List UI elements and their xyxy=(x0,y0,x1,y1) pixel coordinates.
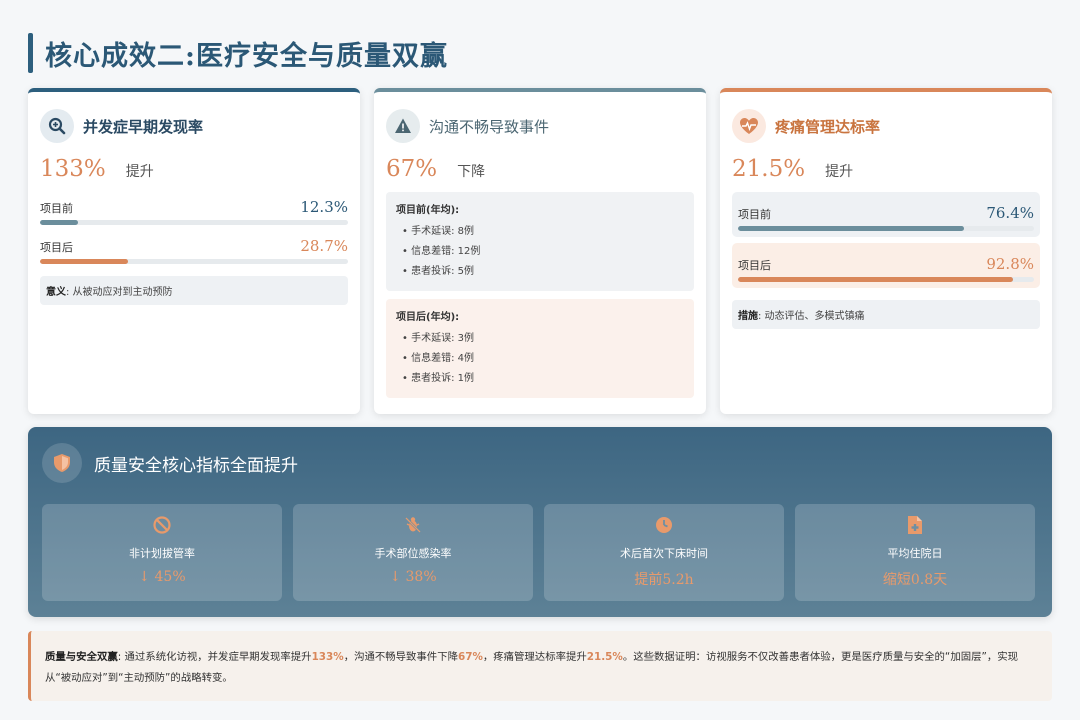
measures-note: 措施: 动态评估、多模式镇痛 xyxy=(732,300,1040,329)
card-communication-events: 沟通不畅导致事件 67% 下降 项目前(年均): • 手术延误: 8例 • 信息… xyxy=(374,88,706,414)
big-value: 67% xyxy=(386,156,438,182)
big-label: 提升 xyxy=(125,164,154,180)
bug-slash-icon xyxy=(403,514,423,536)
bar-value: 92.8% xyxy=(986,255,1034,273)
card-title: 疼痛管理达标率 xyxy=(775,117,881,136)
page-header: 核心成效二:医疗安全与质量双赢 xyxy=(28,32,448,74)
bar-label: 项目前 xyxy=(738,208,771,221)
significance-note: 意义: 从被动应对到主动预防 xyxy=(40,276,348,305)
list-item: • 信息差错: 4例 xyxy=(402,353,474,364)
list-item: • 手术延误: 8例 xyxy=(402,226,474,237)
before-stats-box: 项目前(年均): • 手术延误: 8例 • 信息差错: 12例 • 患者投诉: … xyxy=(386,192,694,291)
clock-icon xyxy=(654,514,674,536)
summary-box: 质量与安全双赢: 通过系统化访视，并发症早期发现率提升133%，沟通不畅导致事件… xyxy=(28,631,1052,701)
metric-value: 提前5.2h xyxy=(634,572,694,588)
after-bar: 项目后 92.8% xyxy=(732,243,1040,288)
bar-label: 项目后 xyxy=(738,259,771,272)
shield-icon xyxy=(42,443,82,483)
panel-title: 质量安全核心指标全面提升 xyxy=(94,455,298,476)
metric-tile: 手术部位感染率 ↓ 38% xyxy=(293,504,533,601)
card-title: 并发症早期发现率 xyxy=(83,117,204,136)
metric-label: 非计划拔管率 xyxy=(129,547,195,560)
card-complication-detection: 并发症早期发现率 133% 提升 项目前 12.3% 项目后 28.7% 意义:… xyxy=(28,88,360,414)
big-label: 提升 xyxy=(825,164,854,180)
big-value: 133% xyxy=(40,156,106,182)
metric-label: 术后首次下床时间 xyxy=(620,547,708,560)
before-bar: 项目前 12.3% xyxy=(40,196,348,225)
list-item: • 信息差错: 12例 xyxy=(402,246,481,257)
metric-value: ↓ 38% xyxy=(389,569,437,585)
progress-fill xyxy=(40,259,129,264)
progress-fill xyxy=(738,277,1013,282)
card-pain-management: 疼痛管理达标率 21.5% 提升 项目前 76.4% 项目后 92.8% 措施:… xyxy=(720,88,1052,414)
metric-value: 缩短0.8天 xyxy=(882,572,948,588)
progress-fill xyxy=(738,226,965,231)
after-bar: 项目后 28.7% xyxy=(40,235,348,264)
list-item: • 手术延误: 3例 xyxy=(402,333,474,344)
file-medical-icon xyxy=(906,514,924,536)
title-accent-bar xyxy=(28,33,33,73)
bar-value: 76.4% xyxy=(986,204,1034,222)
before-bar: 项目前 76.4% xyxy=(732,192,1040,237)
metric-label: 手术部位感染率 xyxy=(374,547,452,560)
card-title: 沟通不畅导致事件 xyxy=(429,117,550,136)
bar-value: 28.7% xyxy=(300,237,348,255)
core-indicators-panel: 质量安全核心指标全面提升 非计划拔管率 ↓ 45% 手术部位感染率 ↓ 38% … xyxy=(28,427,1052,617)
ban-icon xyxy=(152,514,172,536)
bar-label: 项目后 xyxy=(40,241,73,254)
after-stats-box: 项目后(年均): • 手术延误: 3例 • 信息差错: 4例 • 患者投诉: 1… xyxy=(386,299,694,398)
page-title: 核心成效二:医疗安全与质量双赢 xyxy=(45,40,448,72)
metric-value: ↓ 45% xyxy=(138,569,186,585)
big-value: 21.5% xyxy=(732,156,806,182)
metric-label: 平均住院日 xyxy=(887,547,943,560)
list-item: • 患者投诉: 5例 xyxy=(402,266,474,277)
list-item: • 患者投诉: 1例 xyxy=(402,373,474,384)
heart-pulse-icon xyxy=(732,109,766,143)
warning-icon xyxy=(386,109,420,143)
progress-fill xyxy=(40,220,78,225)
metric-tile: 非计划拔管率 ↓ 45% xyxy=(42,504,282,601)
metric-tile: 术后首次下床时间 提前5.2h xyxy=(544,504,784,601)
metric-tile: 平均住院日 缩短0.8天 xyxy=(795,504,1035,601)
big-label: 下降 xyxy=(457,164,486,180)
bar-value: 12.3% xyxy=(300,198,348,216)
search-plus-icon xyxy=(40,109,74,143)
bar-label: 项目前 xyxy=(40,202,73,215)
